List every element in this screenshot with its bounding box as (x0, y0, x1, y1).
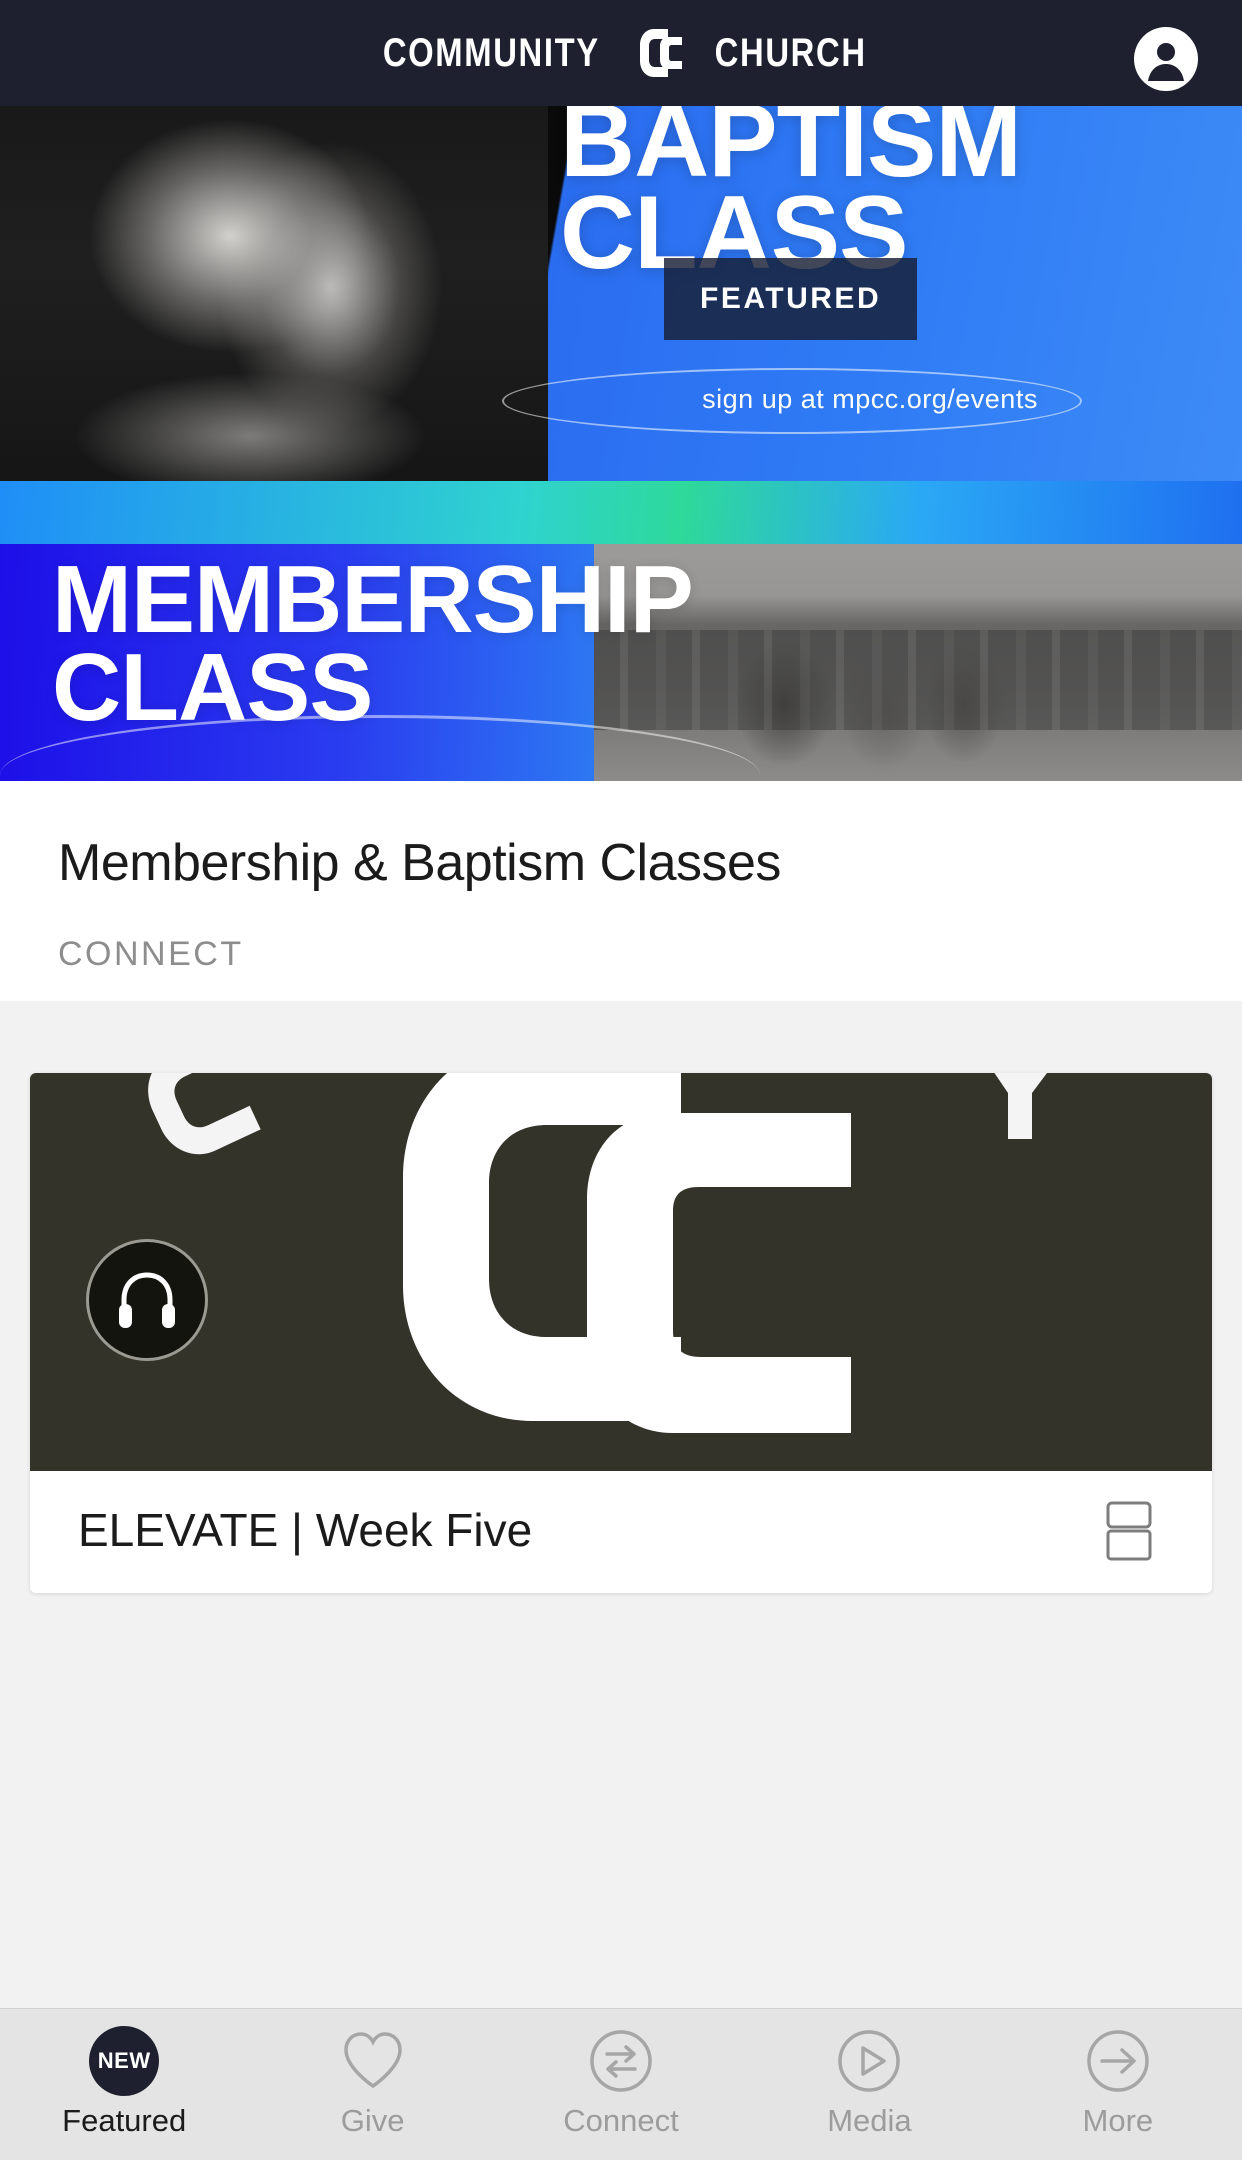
app-header: COMMUNITY CHURCH (0, 0, 1242, 106)
baptism-banner-text: BAPTISM CLASS (560, 106, 1220, 284)
bottom-tab-bar: NEW Featured Give Connect Media More (0, 2008, 1242, 2160)
brand-logo: COMMUNITY CHURCH (359, 27, 883, 79)
status-badge: FEATURED (664, 258, 918, 340)
tab-featured[interactable]: NEW Featured (0, 2009, 248, 2139)
tab-give[interactable]: Give (248, 2009, 496, 2139)
user-avatar-icon (1138, 31, 1194, 87)
page-title: Membership & Baptism Classes (58, 834, 781, 892)
tab-featured-label: Featured (62, 2103, 187, 2138)
headphones-icon (119, 1272, 175, 1328)
audio-play-badge[interactable] (86, 1239, 208, 1361)
exchange-arrows-icon (585, 2025, 657, 2097)
featured-caption-card[interactable]: Membership & Baptism Classes CONNECT (0, 781, 1242, 1001)
brand-word-community: COMMUNITY (382, 30, 600, 75)
tab-connect[interactable]: Connect (497, 2009, 745, 2139)
cc-monogram-icon (403, 1073, 851, 1433)
baptism-banner: BAPTISM CLASS sign up at mpcc.org/events (0, 106, 1242, 481)
tab-media-label: Media (827, 2103, 912, 2138)
media-card-meta: ELEVATE | Week Five (30, 1471, 1212, 1593)
media-thumbnail[interactable] (30, 1073, 1212, 1471)
hero-gradient-divider (0, 481, 1242, 544)
media-title: ELEVATE | Week Five (78, 1504, 533, 1556)
new-badge-text: NEW (89, 2026, 160, 2096)
tab-connect-label: Connect (563, 2103, 679, 2138)
new-badge-icon: NEW (88, 2025, 160, 2097)
arrow-right-circle-icon (1082, 2025, 1154, 2097)
membership-banner-text: MEMBERSHIP CLASS (52, 546, 694, 736)
app-root: COMMUNITY CHURCH BAPTISM CLASS sign up a… (0, 0, 1242, 2160)
membership-banner: MEMBERSHIP CLASS (0, 544, 1242, 781)
bookmark-icon[interactable] (1102, 1499, 1156, 1568)
tab-media[interactable]: Media (745, 2009, 993, 2139)
baptism-signup-text: sign up at mpcc.org/events (702, 384, 1038, 414)
media-card[interactable]: ELEVATE | Week Five (30, 1073, 1212, 1593)
avatar[interactable] (1134, 27, 1198, 91)
cc-monogram-decoration-left (148, 1073, 261, 1155)
tab-more-label: More (1082, 2103, 1154, 2138)
play-circle-icon (833, 2025, 905, 2097)
featured-hero[interactable]: BAPTISM CLASS sign up at mpcc.org/events… (0, 106, 1242, 781)
tab-give-label: Give (340, 2103, 405, 2138)
membership-line1: MEMBERSHIP (52, 546, 694, 653)
baptism-photo (0, 106, 548, 481)
heart-icon (337, 2025, 409, 2097)
cc-monogram-decoration-right (994, 1073, 1047, 1139)
media-section: ELEVATE | Week Five (0, 1001, 1242, 2160)
cc-monogram-icon (638, 27, 684, 79)
brand-word-church: CHURCH (714, 30, 867, 75)
tab-more[interactable]: More (994, 2009, 1242, 2139)
featured-category-label: CONNECT (58, 935, 244, 973)
